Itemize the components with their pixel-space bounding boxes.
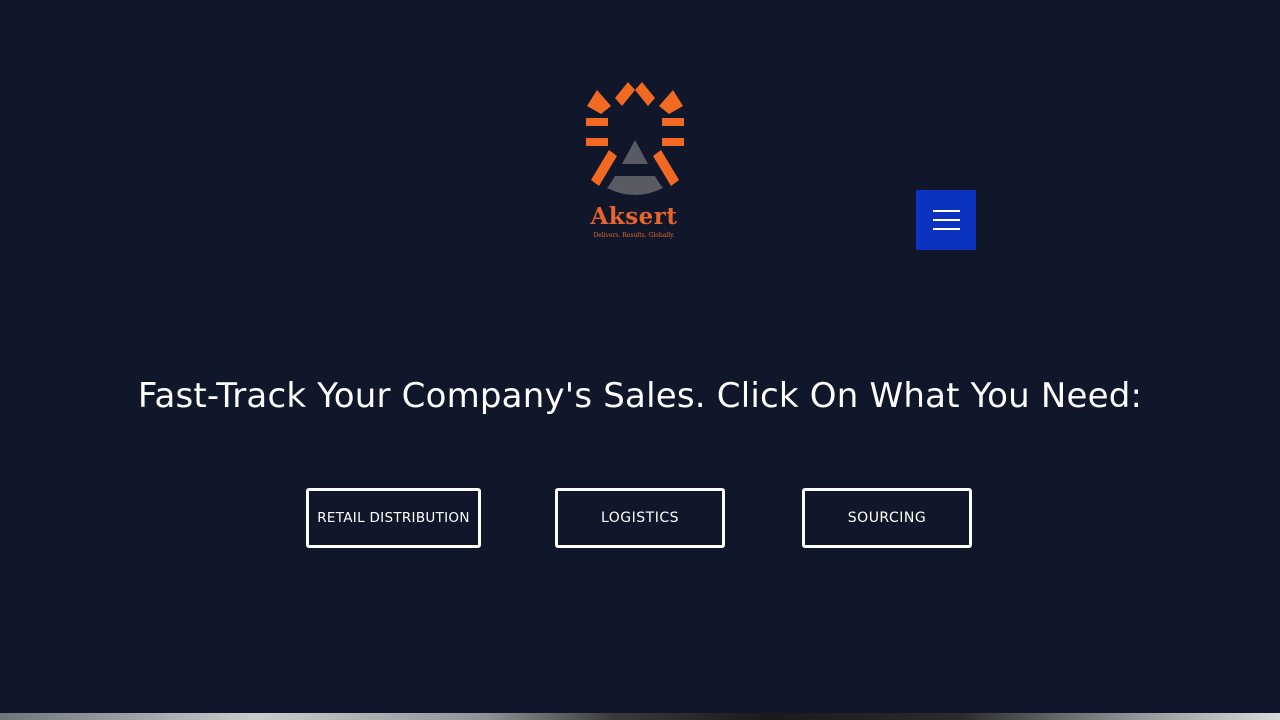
hamburger-icon-bar xyxy=(933,228,960,230)
aksert-sunburst-icon xyxy=(586,82,684,195)
retail-distribution-button[interactable]: RETAIL DISTRIBUTION xyxy=(306,488,481,548)
hamburger-icon xyxy=(933,210,960,212)
hero-headline: Fast-Track Your Company's Sales. Click O… xyxy=(137,376,1143,416)
hero-image-strip xyxy=(0,713,1280,720)
sourcing-button[interactable]: SOURCING xyxy=(802,488,972,548)
page: Aksert Delivers. Results. Globally. Fast… xyxy=(0,0,1280,720)
brand-name: Aksert xyxy=(590,203,678,230)
hamburger-icon-bar xyxy=(933,219,960,221)
logistics-button[interactable]: LOGISTICS xyxy=(555,488,725,548)
menu-button[interactable] xyxy=(916,190,976,250)
brand-logo[interactable]: Aksert Delivers. Results. Globally. xyxy=(575,78,695,248)
brand-tagline: Delivers. Results. Globally. xyxy=(593,232,675,239)
